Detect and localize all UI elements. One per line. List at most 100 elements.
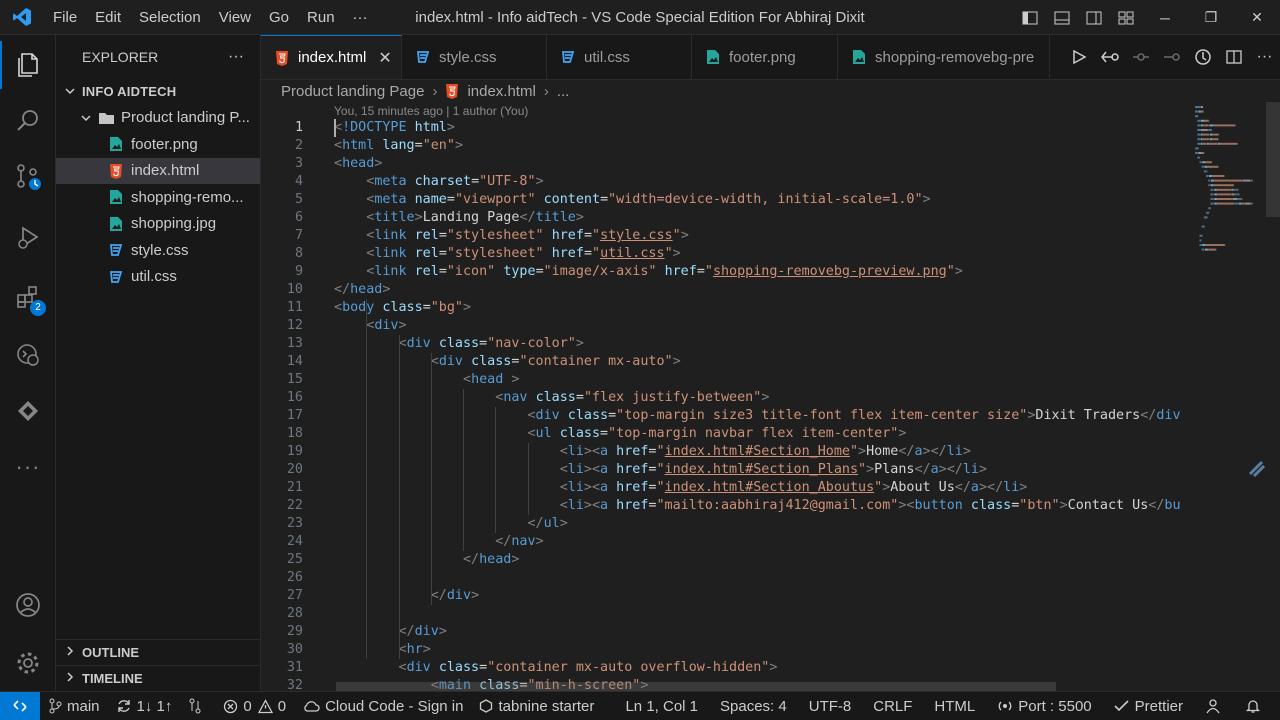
- file-index-html[interactable]: index.html: [56, 157, 260, 184]
- code-line[interactable]: 30 <hr>: [261, 641, 1191, 659]
- code-line[interactable]: 4 <meta charset="UTF-8">: [261, 173, 1191, 191]
- timeline-section[interactable]: TIMELINE: [56, 665, 261, 691]
- git-branch-status[interactable]: main: [40, 698, 108, 715]
- code-line[interactable]: 17 <div class="top-margin size3 title-fo…: [261, 407, 1191, 425]
- explorer-icon[interactable]: [0, 41, 56, 89]
- code-line[interactable]: 5 <meta name="viewport" content="width=d…: [261, 191, 1191, 209]
- toggle-secondary-sidebar-icon[interactable]: [1078, 10, 1110, 26]
- file-shopping-jpg[interactable]: shopping.jpg: [56, 211, 260, 238]
- open-changes-icon[interactable]: [1094, 49, 1125, 65]
- menu-selection[interactable]: Selection: [130, 9, 210, 26]
- code-line[interactable]: 18 <ul class="top-margin navbar flex ite…: [261, 425, 1191, 443]
- menu-more[interactable]: ···: [344, 9, 377, 26]
- tab-style-css[interactable]: style.css: [402, 35, 547, 79]
- live-server-status[interactable]: Port : 5500: [986, 698, 1102, 715]
- menu-file[interactable]: File: [44, 9, 86, 26]
- cursor-position-status[interactable]: Ln 1, Col 1: [614, 698, 709, 715]
- minimize-icon[interactable]: ─: [1142, 10, 1188, 26]
- code-line[interactable]: 15 <head >: [261, 371, 1191, 389]
- code-line[interactable]: 7 <link rel="stylesheet" href="style.css…: [261, 227, 1191, 245]
- file-style-css[interactable]: style.css: [56, 237, 260, 264]
- extensions-icon[interactable]: 2: [0, 273, 56, 321]
- horizontal-scrollbar[interactable]: [336, 682, 1056, 691]
- project-root[interactable]: INFO AIDTECH: [56, 78, 260, 105]
- git-graph-status[interactable]: [180, 698, 215, 714]
- code-line[interactable]: 13 <div class="nav-color">: [261, 335, 1191, 353]
- code-line[interactable]: 24 </nav>: [261, 533, 1191, 551]
- menu-run[interactable]: Run: [298, 9, 344, 26]
- editor-more-icon[interactable]: ···: [1249, 48, 1280, 66]
- more-views-icon[interactable]: ···: [0, 443, 56, 491]
- remote-explorer-icon[interactable]: [0, 331, 56, 379]
- git-sync-status[interactable]: 1↓ 1↑: [108, 698, 181, 715]
- explorer-more-icon[interactable]: ···: [228, 48, 244, 66]
- code-line[interactable]: 25 </head>: [261, 551, 1191, 569]
- restore-icon[interactable]: ❐: [1188, 9, 1234, 26]
- code-line[interactable]: 29 </div>: [261, 623, 1191, 641]
- menu-view[interactable]: View: [210, 9, 260, 26]
- cloud-code-status[interactable]: Cloud Code - Sign in: [294, 698, 471, 715]
- menu-go[interactable]: Go: [260, 9, 298, 26]
- code-line[interactable]: 2 <html lang="en">: [261, 137, 1191, 155]
- run-play-icon[interactable]: [1063, 49, 1094, 65]
- code-line[interactable]: 8 <link rel="stylesheet" href="util.css"…: [261, 245, 1191, 263]
- tab-footer-png[interactable]: footer.png: [692, 35, 838, 79]
- file-util-css[interactable]: util.css: [56, 264, 260, 291]
- previous-change-icon[interactable]: [1125, 49, 1156, 65]
- code-line[interactable]: 21 <li><a href="index.html#Section_About…: [261, 479, 1191, 497]
- code-line[interactable]: 16 <nav class="flex justify-between">: [261, 389, 1191, 407]
- notifications-status[interactable]: [1237, 698, 1280, 714]
- code-line[interactable]: 27 </div>: [261, 587, 1191, 605]
- code-editor[interactable]: 1 <!DOCTYPE html> 2 <html lang="en"> 3 <head>…: [261, 119, 1191, 691]
- code-line[interactable]: 31 <div class="container mx-auto overflo…: [261, 659, 1191, 677]
- prettier-status[interactable]: Prettier: [1103, 698, 1194, 715]
- menu-edit[interactable]: Edit: [86, 9, 130, 26]
- code-line[interactable]: 20 <li><a href="index.html#Section_Plans…: [261, 461, 1191, 479]
- timeline-compare-icon[interactable]: [1187, 48, 1218, 66]
- tab-close-icon[interactable]: ✕: [378, 48, 391, 68]
- toggle-panel-icon[interactable]: [1046, 10, 1078, 26]
- tab-util-css[interactable]: util.css: [547, 35, 692, 79]
- gitlens-icon[interactable]: [0, 387, 56, 435]
- next-change-icon[interactable]: [1156, 49, 1187, 65]
- code-line[interactable]: 3 <head>: [261, 155, 1191, 173]
- language-mode-status[interactable]: HTML: [923, 698, 986, 715]
- code-line[interactable]: 11 <body class="bg">: [261, 299, 1191, 317]
- tab-index-html[interactable]: index.html ✕: [261, 35, 402, 79]
- code-line[interactable]: 22 <li><a href="mailto:aabhiraj412@gmail…: [261, 497, 1191, 515]
- remote-indicator-icon[interactable]: [0, 692, 40, 720]
- source-control-icon[interactable]: [0, 153, 56, 201]
- code-line[interactable]: 9 <link rel="icon" type="image/x-axis" h…: [261, 263, 1191, 281]
- outline-section[interactable]: OUTLINE: [56, 639, 261, 665]
- folder-product-landing[interactable]: Product landing P...: [56, 105, 260, 132]
- problems-status[interactable]: 0 0: [215, 698, 294, 715]
- code-line[interactable]: 1 <!DOCTYPE html>: [261, 119, 1191, 137]
- git-blame-codelens[interactable]: You, 15 minutes ago | 1 author (You): [334, 104, 528, 118]
- copilot-status[interactable]: [1194, 698, 1237, 714]
- minimap[interactable]: [1189, 102, 1269, 691]
- code-line[interactable]: 26: [261, 569, 1191, 587]
- run-debug-icon[interactable]: [0, 213, 56, 261]
- close-window-icon[interactable]: ✕: [1234, 9, 1280, 26]
- toggle-sidebar-icon[interactable]: [1014, 10, 1046, 26]
- settings-gear-icon[interactable]: [0, 639, 56, 687]
- breadcrumb-more[interactable]: ...: [557, 83, 570, 100]
- code-line[interactable]: 14 <div class="container mx-auto">: [261, 353, 1191, 371]
- eol-status[interactable]: CRLF: [862, 698, 923, 715]
- breadcrumb-folder[interactable]: Product landing Page: [281, 83, 424, 100]
- indentation-status[interactable]: Spaces: 4: [709, 698, 798, 715]
- split-editor-icon[interactable]: [1218, 49, 1249, 65]
- code-line[interactable]: 23 </ul>: [261, 515, 1191, 533]
- tabnine-icon[interactable]: [1246, 458, 1268, 483]
- tab-shopping-removebg[interactable]: shopping-removebg-pre: [838, 35, 1050, 79]
- code-line[interactable]: 28: [261, 605, 1191, 623]
- file-shopping-removebg[interactable]: shopping-remo...: [56, 184, 260, 211]
- customize-layout-icon[interactable]: [1110, 10, 1142, 26]
- vertical-scrollbar[interactable]: [1266, 102, 1280, 217]
- encoding-status[interactable]: UTF-8: [798, 698, 863, 715]
- file-footer-png[interactable]: footer.png: [56, 131, 260, 158]
- accounts-icon[interactable]: [0, 581, 56, 629]
- code-line[interactable]: 19 <li><a href="index.html#Section_Home"…: [261, 443, 1191, 461]
- code-line[interactable]: 6 <title>Landing Page</title>: [261, 209, 1191, 227]
- code-line[interactable]: 12 <div>: [261, 317, 1191, 335]
